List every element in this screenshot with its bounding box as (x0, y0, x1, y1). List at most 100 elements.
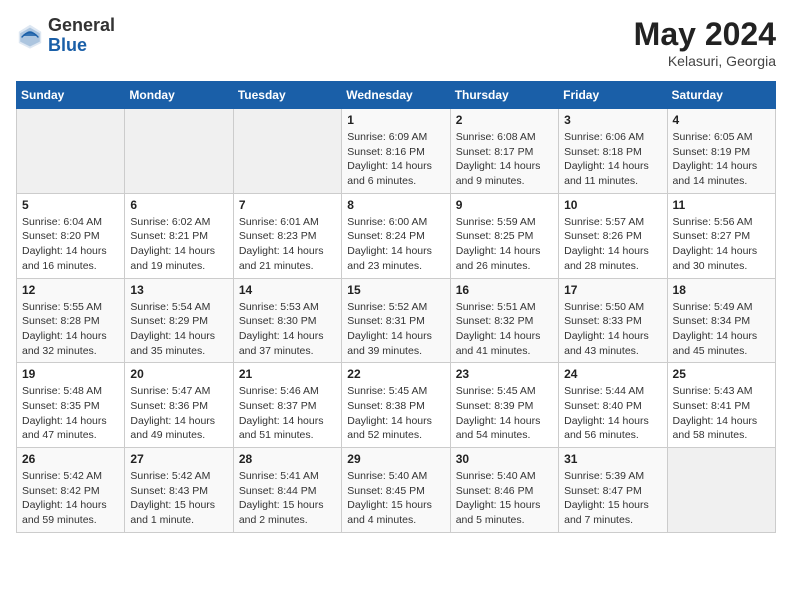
day-info: Sunrise: 5:52 AM Sunset: 8:31 PM Dayligh… (347, 300, 444, 359)
calendar-cell: 13 Sunrise: 5:54 AM Sunset: 8:29 PM Dayli… (125, 278, 233, 363)
day-info: Sunrise: 5:48 AM Sunset: 8:35 PM Dayligh… (22, 384, 119, 443)
calendar-week-5: 26 Sunrise: 5:42 AM Sunset: 8:42 PM Dayli… (17, 448, 776, 533)
day-info: Sunrise: 5:39 AM Sunset: 8:47 PM Dayligh… (564, 469, 661, 528)
day-info: Sunrise: 6:09 AM Sunset: 8:16 PM Dayligh… (347, 130, 444, 189)
day-info: Sunrise: 5:44 AM Sunset: 8:40 PM Dayligh… (564, 384, 661, 443)
calendar-cell: 25Sunrise: 5:43 AM Sunset: 8:41 PM Dayli… (667, 363, 775, 448)
day-info: Sunrise: 5:43 AM Sunset: 8:41 PM Dayligh… (673, 384, 770, 443)
day-info: Sunrise: 5:42 AM Sunset: 8:42 PM Dayligh… (22, 469, 119, 528)
weekday-header-row: SundayMondayTuesdayWednesdayThursdayFrid… (17, 82, 776, 109)
day-info: Sunrise: 5:56 AM Sunset: 8:27 PM Dayligh… (673, 215, 770, 274)
calendar-cell: 5 Sunrise: 6:04 AM Sunset: 8:20 PM Daylig… (17, 193, 125, 278)
day-number: 12 (22, 283, 119, 297)
day-info: Sunrise: 5:46 AM Sunset: 8:37 PM Dayligh… (239, 384, 336, 443)
calendar-cell: 30Sunrise: 5:40 AM Sunset: 8:46 PM Dayli… (450, 448, 558, 533)
calendar-cell (667, 448, 775, 533)
day-info: Sunrise: 6:05 AM Sunset: 8:19 PM Dayligh… (673, 130, 770, 189)
calendar-cell: 1 Sunrise: 6:09 AM Sunset: 8:16 PM Daylig… (342, 109, 450, 194)
day-number: 30 (456, 452, 553, 466)
calendar-cell: 19 Sunrise: 5:48 AM Sunset: 8:35 PM Dayli… (17, 363, 125, 448)
day-number: 28 (239, 452, 336, 466)
calendar-week-2: 5 Sunrise: 6:04 AM Sunset: 8:20 PM Daylig… (17, 193, 776, 278)
day-info: Sunrise: 5:40 AM Sunset: 8:45 PM Dayligh… (347, 469, 444, 528)
calendar-cell: 31 Sunrise: 5:39 AM Sunset: 8:47 PM Dayli… (559, 448, 667, 533)
calendar-cell: 29 Sunrise: 5:40 AM Sunset: 8:45 PM Dayli… (342, 448, 450, 533)
day-info: Sunrise: 5:51 AM Sunset: 8:32 PM Dayligh… (456, 300, 553, 359)
day-number: 29 (347, 452, 444, 466)
calendar-cell: 3 Sunrise: 6:06 AM Sunset: 8:18 PM Daylig… (559, 109, 667, 194)
day-info: Sunrise: 6:02 AM Sunset: 8:21 PM Dayligh… (130, 215, 227, 274)
day-info: Sunrise: 5:53 AM Sunset: 8:30 PM Dayligh… (239, 300, 336, 359)
day-info: Sunrise: 5:42 AM Sunset: 8:43 PM Dayligh… (130, 469, 227, 528)
calendar-cell (17, 109, 125, 194)
calendar-cell: 8 Sunrise: 6:00 AM Sunset: 8:24 PM Daylig… (342, 193, 450, 278)
weekday-header-tuesday: Tuesday (233, 82, 341, 109)
calendar-cell: 15Sunrise: 5:52 AM Sunset: 8:31 PM Dayli… (342, 278, 450, 363)
day-info: Sunrise: 6:06 AM Sunset: 8:18 PM Dayligh… (564, 130, 661, 189)
day-info: Sunrise: 6:01 AM Sunset: 8:23 PM Dayligh… (239, 215, 336, 274)
calendar-cell: 12 Sunrise: 5:55 AM Sunset: 8:28 PM Dayli… (17, 278, 125, 363)
day-number: 19 (22, 367, 119, 381)
day-info: Sunrise: 6:00 AM Sunset: 8:24 PM Dayligh… (347, 215, 444, 274)
weekday-header-wednesday: Wednesday (342, 82, 450, 109)
day-info: Sunrise: 5:59 AM Sunset: 8:25 PM Dayligh… (456, 215, 553, 274)
calendar-cell: 6Sunrise: 6:02 AM Sunset: 8:21 PM Daylig… (125, 193, 233, 278)
calendar-cell: 11 Sunrise: 5:56 AM Sunset: 8:27 PM Dayli… (667, 193, 775, 278)
day-info: Sunrise: 5:45 AM Sunset: 8:38 PM Dayligh… (347, 384, 444, 443)
day-info: Sunrise: 6:04 AM Sunset: 8:20 PM Dayligh… (22, 215, 119, 274)
day-number: 27 (130, 452, 227, 466)
calendar-cell: 17 Sunrise: 5:50 AM Sunset: 8:33 PM Dayli… (559, 278, 667, 363)
calendar-cell: 24 Sunrise: 5:44 AM Sunset: 8:40 PM Dayli… (559, 363, 667, 448)
day-number: 31 (564, 452, 661, 466)
calendar-cell: 4 Sunrise: 6:05 AM Sunset: 8:19 PM Daylig… (667, 109, 775, 194)
calendar-week-3: 12 Sunrise: 5:55 AM Sunset: 8:28 PM Dayli… (17, 278, 776, 363)
day-number: 8 (347, 198, 444, 212)
day-info: Sunrise: 6:08 AM Sunset: 8:17 PM Dayligh… (456, 130, 553, 189)
location: Kelasuri, Georgia (634, 53, 776, 69)
day-number: 5 (22, 198, 119, 212)
day-info: Sunrise: 5:54 AM Sunset: 8:29 PM Dayligh… (130, 300, 227, 359)
day-number: 3 (564, 113, 661, 127)
day-number: 26 (22, 452, 119, 466)
calendar-cell: 10 Sunrise: 5:57 AM Sunset: 8:26 PM Dayli… (559, 193, 667, 278)
day-number: 13 (130, 283, 227, 297)
day-number: 24 (564, 367, 661, 381)
logo-text: General Blue (48, 16, 115, 56)
day-number: 10 (564, 198, 661, 212)
day-info: Sunrise: 5:50 AM Sunset: 8:33 PM Dayligh… (564, 300, 661, 359)
calendar-cell: 28 Sunrise: 5:41 AM Sunset: 8:44 PM Dayli… (233, 448, 341, 533)
day-info: Sunrise: 5:47 AM Sunset: 8:36 PM Dayligh… (130, 384, 227, 443)
calendar-cell: 14 Sunrise: 5:53 AM Sunset: 8:30 PM Dayli… (233, 278, 341, 363)
day-number: 11 (673, 198, 770, 212)
day-number: 18 (673, 283, 770, 297)
calendar-cell: 23 Sunrise: 5:45 AM Sunset: 8:39 PM Dayli… (450, 363, 558, 448)
calendar-cell: 22 Sunrise: 5:45 AM Sunset: 8:38 PM Dayli… (342, 363, 450, 448)
calendar-cell: 7 Sunrise: 6:01 AM Sunset: 8:23 PM Daylig… (233, 193, 341, 278)
calendar-cell: 26 Sunrise: 5:42 AM Sunset: 8:42 PM Dayli… (17, 448, 125, 533)
day-info: Sunrise: 5:57 AM Sunset: 8:26 PM Dayligh… (564, 215, 661, 274)
calendar-cell: 18Sunrise: 5:49 AM Sunset: 8:34 PM Dayli… (667, 278, 775, 363)
calendar-week-1: 1 Sunrise: 6:09 AM Sunset: 8:16 PM Daylig… (17, 109, 776, 194)
weekday-header-saturday: Saturday (667, 82, 775, 109)
day-number: 2 (456, 113, 553, 127)
day-number: 1 (347, 113, 444, 127)
day-number: 16 (456, 283, 553, 297)
calendar-cell: 2 Sunrise: 6:08 AM Sunset: 8:17 PM Daylig… (450, 109, 558, 194)
calendar-cell: 16 Sunrise: 5:51 AM Sunset: 8:32 PM Dayli… (450, 278, 558, 363)
day-number: 23 (456, 367, 553, 381)
day-number: 17 (564, 283, 661, 297)
day-number: 4 (673, 113, 770, 127)
calendar-cell (125, 109, 233, 194)
weekday-header-friday: Friday (559, 82, 667, 109)
day-info: Sunrise: 5:55 AM Sunset: 8:28 PM Dayligh… (22, 300, 119, 359)
day-info: Sunrise: 5:41 AM Sunset: 8:44 PM Dayligh… (239, 469, 336, 528)
day-number: 7 (239, 198, 336, 212)
page-header: General Blue May 2024 Kelasuri, Georgia (16, 16, 776, 69)
calendar-cell: 20Sunrise: 5:47 AM Sunset: 8:36 PM Dayli… (125, 363, 233, 448)
calendar-cell (233, 109, 341, 194)
calendar-cell: 9Sunrise: 5:59 AM Sunset: 8:25 PM Daylig… (450, 193, 558, 278)
day-info: Sunrise: 5:45 AM Sunset: 8:39 PM Dayligh… (456, 384, 553, 443)
calendar-cell: 27 Sunrise: 5:42 AM Sunset: 8:43 PM Dayli… (125, 448, 233, 533)
day-number: 22 (347, 367, 444, 381)
day-number: 14 (239, 283, 336, 297)
